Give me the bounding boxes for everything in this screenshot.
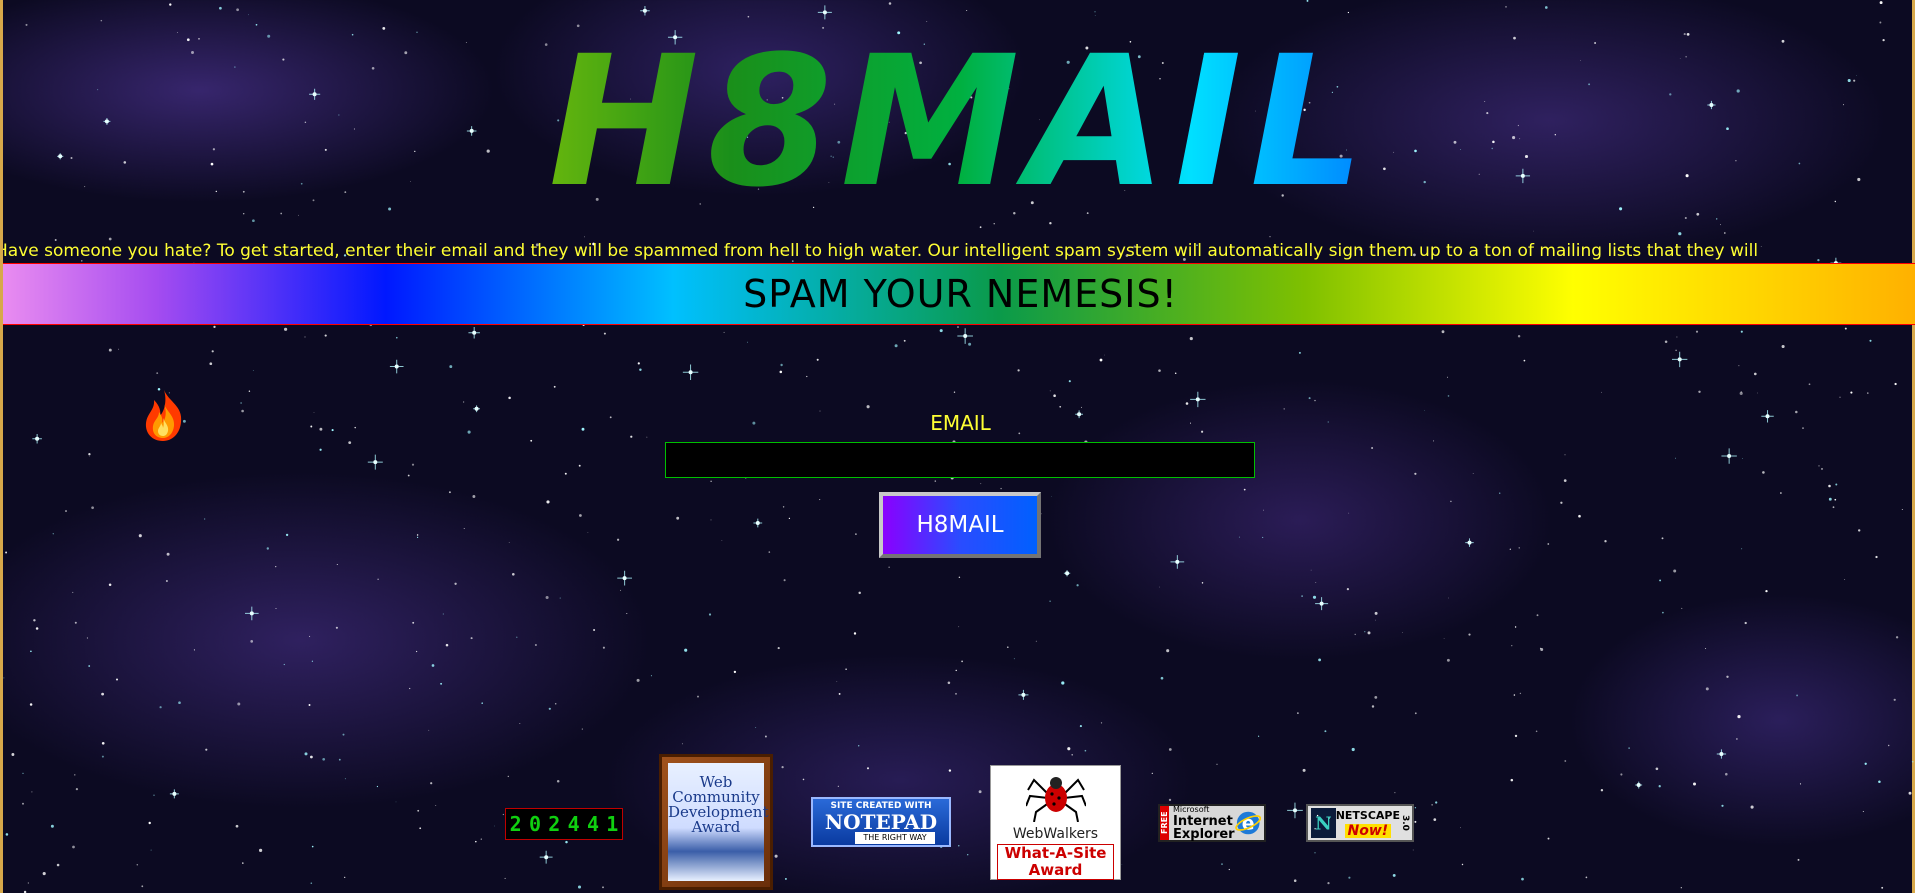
counter-digit: 1	[606, 812, 619, 836]
marquee-text: Have someone you hate? To get started, e…	[3, 241, 1759, 261]
spider-icon	[1024, 777, 1087, 823]
email-input[interactable]	[665, 442, 1255, 478]
site-logo-text: H8MAIL	[543, 28, 1364, 218]
counter-digit: 4	[567, 812, 580, 836]
internet-explorer-badge[interactable]: FREE Microsoft Internet Explorer e	[1158, 804, 1266, 842]
counter-digit: 4	[586, 812, 599, 836]
notepad-badge-line2: NOTEPAD	[824, 810, 938, 834]
webwalkers-award-line1: What-A-Site	[1004, 844, 1107, 862]
svg-text:N: N	[1315, 814, 1332, 835]
ie-logo-icon: e	[1234, 811, 1261, 835]
ie-badge-free: FREE	[1160, 806, 1169, 840]
netscape-badge-version: 3.0	[1400, 815, 1410, 831]
scrolling-marquee: Have someone you hate? To get started, e…	[3, 238, 1915, 264]
email-label: EMAIL	[930, 411, 991, 435]
notepad-badge-line3: THE RIGHT WAY	[855, 832, 935, 844]
web-community-award-badge[interactable]: Web Community Development Award	[659, 754, 773, 890]
webwalkers-brand: WebWalkers	[1012, 826, 1099, 842]
netscape-badge-line1: NETSCAPE	[1335, 808, 1400, 822]
netscape-badge-line2: Now!	[1344, 823, 1392, 838]
page-banner: SPAM YOUR NEMESIS!	[3, 263, 1915, 325]
counter-digit: 2	[509, 812, 522, 836]
ie-badge-line3: Explorer	[1173, 827, 1235, 842]
notepad-badge[interactable]: SITE CREATED WITH NOTEPAD THE RIGHT WAY	[811, 797, 951, 847]
award-line: Award	[691, 818, 741, 836]
netscape-logo-icon: N	[1311, 808, 1336, 838]
netscape-now-badge[interactable]: N NETSCAPE Now! 3.0	[1306, 804, 1414, 842]
h8mail-submit-button[interactable]: H8MAIL	[879, 492, 1041, 558]
counter-digit: 0	[528, 812, 542, 836]
webwalkers-award-badge[interactable]: WebWalkers What-A-Site Award	[990, 765, 1121, 880]
hit-counter: 2 0 2 4 4 1	[505, 808, 623, 840]
webwalkers-award-line2: Award	[1028, 861, 1083, 879]
counter-digit: 2	[548, 812, 561, 836]
site-logo: H8MAIL	[543, 28, 1364, 218]
